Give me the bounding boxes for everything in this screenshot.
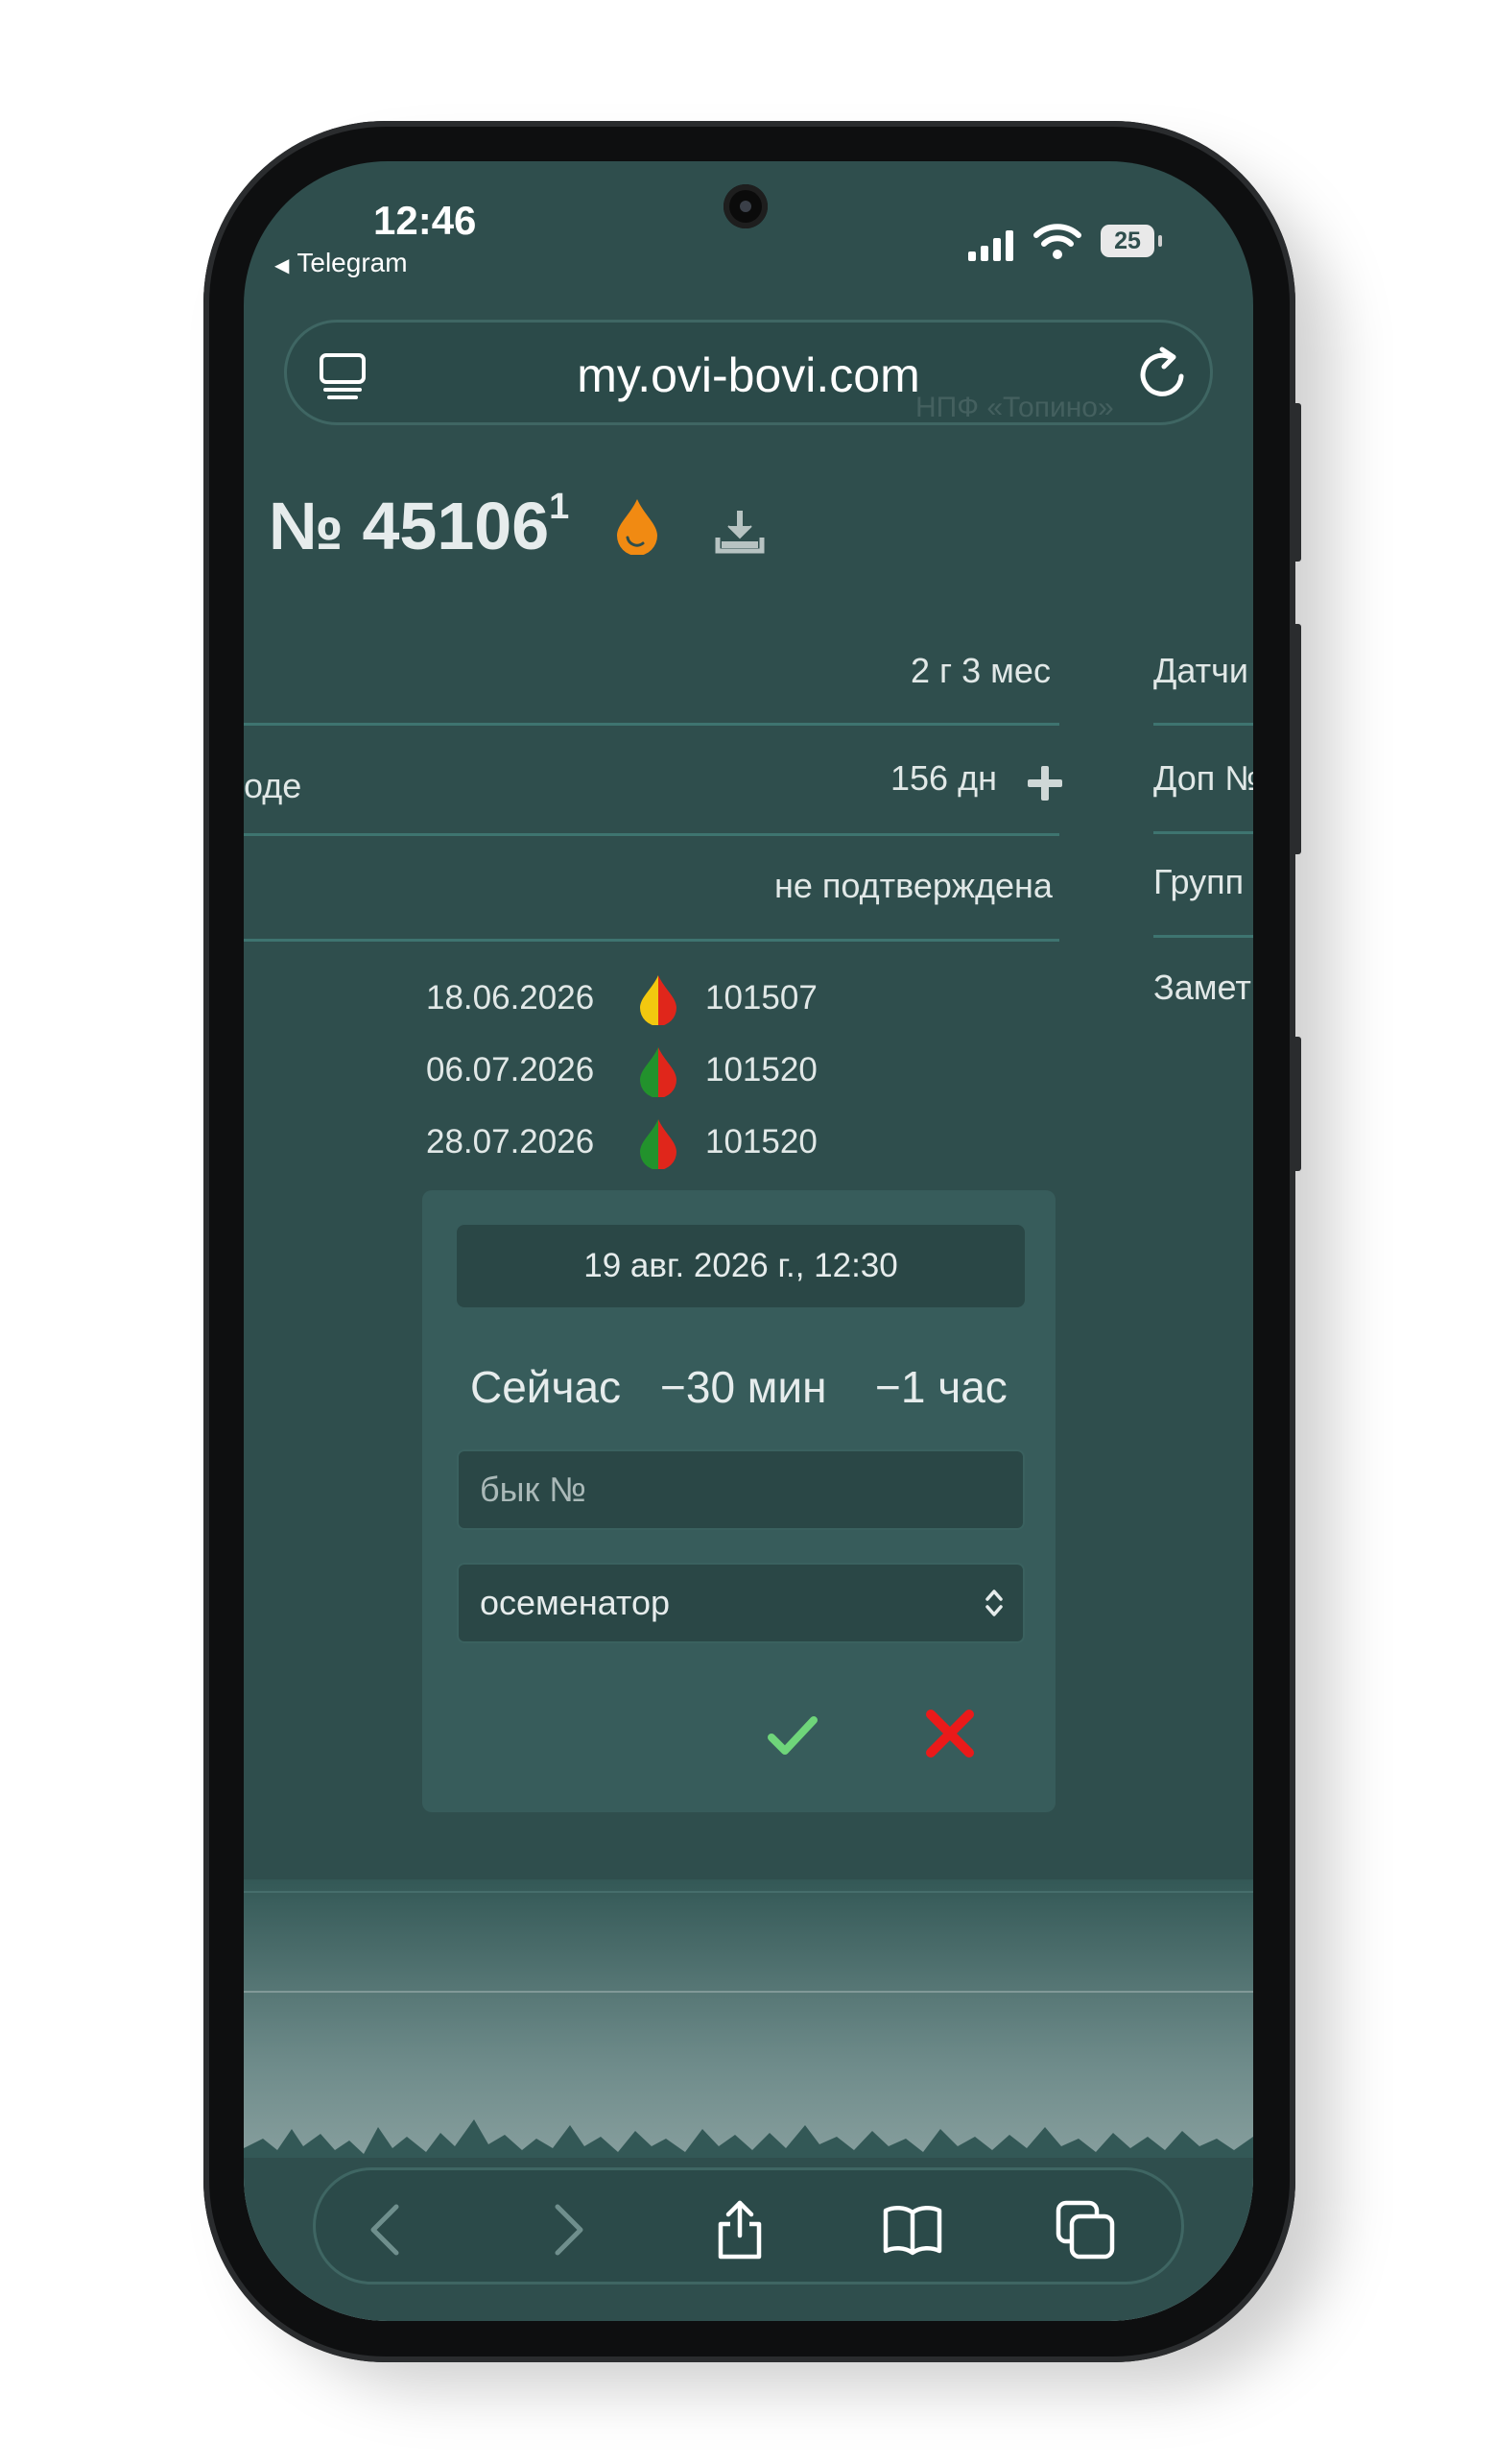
reload-icon[interactable] [1131, 344, 1193, 405]
drop-icon [640, 1047, 676, 1097]
quick-minus-30-button[interactable]: −30 мин [660, 1361, 827, 1413]
animal-number-title: № 451061 [269, 486, 570, 564]
side-divider [1153, 935, 1253, 938]
history-bull-number: 101520 [705, 1051, 818, 1088]
front-camera [724, 184, 768, 228]
ghost-header-text: НПФ «Топино» [915, 392, 1114, 423]
datetime-field[interactable]: 19 авг. 2026 г., 12:30 [457, 1225, 1025, 1307]
inseminator-select[interactable]: осеменатор [457, 1563, 1025, 1643]
animal-number: № 45106 [269, 489, 550, 563]
browser-toolbar [313, 2167, 1184, 2285]
history-bull-number: 101507 [705, 979, 818, 1017]
age-value: 2 г 3 мес [911, 651, 1051, 690]
row-label: оде [244, 766, 302, 805]
wifi-icon [1033, 224, 1081, 259]
side-divider [1153, 831, 1253, 834]
quick-minus-1h-button[interactable]: −1 час [875, 1361, 1008, 1413]
side-menu-item[interactable]: Датчи [1153, 651, 1248, 691]
quick-now-button[interactable]: Сейчас [470, 1361, 621, 1413]
close-icon[interactable] [925, 1709, 975, 1758]
bull-number-input[interactable]: бык № [457, 1449, 1025, 1530]
row-divider [244, 723, 1059, 726]
animal-number-superscript: 1 [549, 486, 570, 527]
footer-divider [244, 1891, 1253, 1893]
inseminator-value: осеменатор [480, 1583, 671, 1622]
side-menu-item[interactable]: Групп [1153, 862, 1244, 902]
back-triangle-icon: ◀ [274, 255, 290, 276]
history-date: 18.06.2026 [426, 979, 595, 1017]
side-menu-item[interactable]: Доп № [1153, 758, 1253, 799]
share-icon[interactable] [709, 2199, 771, 2261]
download-icon[interactable] [714, 507, 766, 557]
history-bull-number: 101520 [705, 1123, 818, 1160]
side-button [1292, 403, 1301, 562]
days-value: 156 дн [890, 758, 997, 798]
plus-icon[interactable] [1026, 764, 1064, 802]
drop-icon [640, 975, 676, 1025]
battery-indicator: 25 [1101, 225, 1162, 257]
history-date: 06.07.2026 [426, 1051, 595, 1088]
side-button [1292, 1037, 1301, 1171]
back-to-app-link[interactable]: ◀ Telegram [274, 248, 408, 278]
phone-screen: 12:46 ◀ Telegram 25 my.ovi-bovi.com НПФ «… [244, 161, 1253, 2321]
signal-icon [968, 228, 1013, 261]
status-time: 12:46 [373, 198, 477, 243]
bookmarks-icon[interactable] [882, 2199, 943, 2261]
drop-icon [617, 499, 657, 555]
side-button [1292, 624, 1301, 854]
select-arrows-icon [985, 1590, 1003, 1616]
insemination-form: 19 авг. 2026 г., 12:30 Сейчас −30 мин −1… [422, 1190, 1056, 1812]
tabs-overview-icon[interactable] [1055, 2199, 1116, 2261]
check-icon[interactable] [768, 1714, 818, 1757]
row-divider [244, 939, 1059, 942]
pregnancy-status-value: не подтверждена [774, 866, 1053, 905]
row-divider [244, 833, 1059, 836]
footer-divider [244, 1991, 1253, 1993]
drop-icon [640, 1119, 676, 1169]
forward-icon[interactable] [534, 2199, 596, 2261]
side-divider [1153, 723, 1253, 726]
back-icon[interactable] [358, 2199, 419, 2261]
back-app-label: Telegram [297, 248, 408, 277]
side-menu-item[interactable]: Замет [1153, 968, 1251, 1008]
history-date: 28.07.2026 [426, 1123, 595, 1160]
